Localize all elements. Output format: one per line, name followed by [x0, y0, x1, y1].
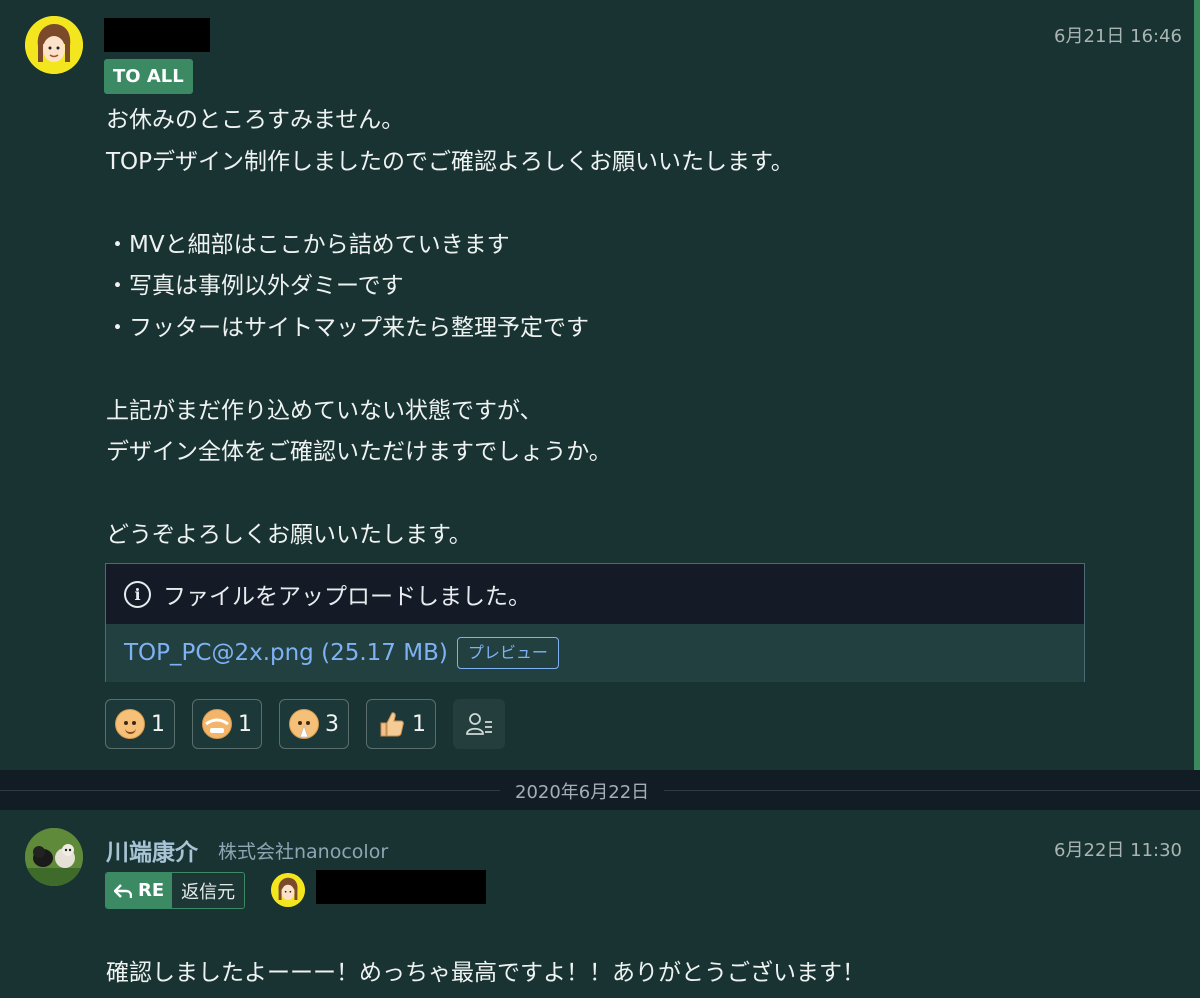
reaction-thumbs-up[interactable]: 1: [366, 699, 436, 749]
reaction-grateful[interactable]: 3: [279, 699, 349, 749]
redacted-reply-name: [316, 870, 486, 904]
message-timestamp: 6月21日 16:46: [1054, 26, 1182, 47]
date-label: 2020年6月22日: [500, 778, 665, 804]
reply-source-badge[interactable]: RE 返信元: [105, 872, 246, 909]
file-attachment-header: i ファイルをアップロードしました。: [106, 564, 1084, 624]
file-upload-notice: ファイルをアップロードしました。: [163, 584, 531, 610]
reactions-bar: 1 1 3 1: [105, 699, 505, 749]
reply-arrow-icon: [114, 883, 132, 898]
to-all-badge: TO ALL: [104, 59, 193, 94]
message-timestamp: 6月22日 11:30: [1054, 840, 1182, 861]
reply-to-avatar: [271, 873, 305, 907]
avatar[interactable]: [25, 16, 83, 74]
sender-company: 株式会社nanocolor: [218, 841, 389, 863]
avatar[interactable]: [25, 828, 83, 886]
reaction-smile[interactable]: 1: [105, 699, 175, 749]
sender-name[interactable]: 川端康介: [106, 833, 198, 867]
info-icon: i: [124, 580, 151, 608]
reaction-members-button[interactable]: [453, 699, 505, 749]
user-list-icon: [466, 713, 492, 735]
unread-indicator: [1194, 0, 1200, 770]
chat-view: 6月21日 16:46 TO ALL お休みのところすみません。 TOPデザイン…: [0, 0, 1200, 998]
preview-button[interactable]: プレビュー: [456, 637, 559, 669]
thumbs-up-icon: [380, 712, 404, 737]
file-row: TOP_PC@2x.png (25.17 MB) プレビュー: [106, 624, 1084, 682]
message-body: お休みのところすみません。 TOPデザイン制作しましたのでご確認よろしくお願いい…: [106, 107, 794, 548]
date-divider: 2020年6月22日: [0, 770, 1200, 810]
smile-face-icon: [115, 709, 145, 739]
reply-label: RE: [138, 880, 165, 901]
message-body: 確認しましたよーーー！めっちゃ最高ですよ！！ありがとうございます！: [106, 960, 865, 986]
bow-face-icon: [202, 709, 232, 739]
file-attachment: i ファイルをアップロードしました。 TOP_PC@2x.png (25.17 …: [105, 563, 1085, 682]
reaction-count: 1: [151, 711, 165, 737]
redacted-sender-name: [104, 18, 210, 52]
reaction-count: 1: [238, 711, 252, 737]
reaction-count: 3: [325, 711, 339, 737]
reply-source-label: 返信元: [172, 873, 245, 908]
file-link[interactable]: TOP_PC@2x.png (25.17 MB): [124, 640, 448, 666]
reaction-count: 1: [412, 711, 426, 737]
reaction-bow[interactable]: 1: [192, 699, 262, 749]
reply-badge: RE: [106, 873, 173, 908]
message-1: 6月21日 16:46 TO ALL お休みのところすみません。 TOPデザイン…: [0, 0, 1200, 770]
grateful-face-icon: [289, 709, 319, 739]
